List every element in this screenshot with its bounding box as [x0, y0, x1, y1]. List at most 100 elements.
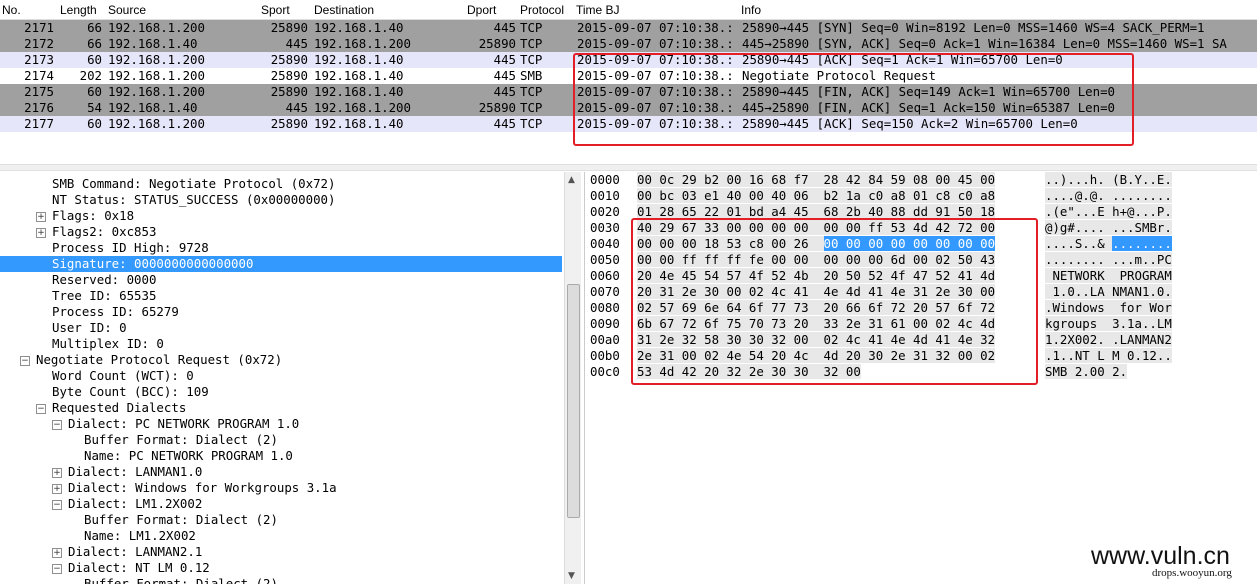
packet-detail-tree: SMB Command: Negotiate Protocol (0x72) NT… [0, 172, 565, 584]
collapse-icon[interactable]: − [52, 500, 62, 510]
tree-node[interactable]: SMB Command: Negotiate Protocol (0x72) [0, 176, 562, 192]
hex-row[interactable]: 0060 20 4e 45 54 57 4f 52 4b 20 50 52 4f … [585, 268, 1255, 284]
packet-row[interactable]: 2174 202 192.168.1.200 25890 192.168.1.40 445… [0, 68, 1257, 84]
ascii-text: ........ ...m..PC [1045, 252, 1172, 267]
tree-node[interactable]: − Dialect: NT LM 0.12 [0, 560, 562, 576]
hex-row[interactable]: 0020 01 28 65 22 01 bd a4 45 68 2b 40 88 … [585, 204, 1255, 220]
packet-row[interactable]: 2173 60 192.168.1.200 25890 192.168.1.40 445 T… [0, 52, 1257, 68]
column-header-destination[interactable]: Destination [314, 3, 374, 17]
packet-row[interactable]: 2176 54 192.168.1.40 445 192.168.1.200 25890 T… [0, 100, 1257, 116]
tree-node-label: Flags: 0x18 [52, 208, 135, 223]
cell-destination: 192.168.1.200 [314, 36, 411, 51]
hex-row[interactable]: 00b0 2e 31 00 02 4e 54 20 4c 4d 20 30 2e … [585, 348, 1255, 364]
hex-offset: 00c0 [590, 364, 620, 379]
collapse-icon[interactable]: − [36, 404, 46, 414]
tree-node[interactable]: Tree ID: 65535 [0, 288, 562, 304]
tree-node[interactable]: NT Status: STATUS_SUCCESS (0x00000000) [0, 192, 562, 208]
scroll-up-arrow-icon[interactable]: ▲ [568, 175, 575, 185]
hex-ascii: @)g#.... ...SMBr. [1045, 220, 1172, 236]
packet-row[interactable]: 2172 66 192.168.1.40 445 192.168.1.200 25890 T… [0, 36, 1257, 52]
hex-row[interactable]: 0050 00 00 ff ff ff fe 00 00 00 00 00 6d … [585, 252, 1255, 268]
tree-node[interactable]: + Dialect: LANMAN2.1 [0, 544, 562, 560]
hex-row[interactable]: 00c0 53 4d 42 20 32 2e 30 30 32 00 SMB 2.0… [585, 364, 1255, 380]
packet-row[interactable]: 2171 66 192.168.1.200 25890 192.168.1.40 445 T… [0, 20, 1257, 36]
hex-row[interactable]: 0030 40 29 67 33 00 00 00 00 00 00 ff 53 … [585, 220, 1255, 236]
collapse-icon[interactable]: − [52, 420, 62, 430]
tree-node-label: Reserved: 0000 [52, 272, 157, 287]
hex-row[interactable]: 0040 00 00 00 18 53 c8 00 26 00 00 00 00 … [585, 236, 1255, 252]
tree-node[interactable]: Process ID High: 9728 [0, 240, 562, 256]
tree-node[interactable]: Name: PC NETWORK PROGRAM 1.0 [0, 448, 562, 464]
collapse-icon[interactable]: − [52, 564, 62, 574]
tree-node[interactable]: Buffer Format: Dialect (2) [0, 512, 562, 528]
tree-node[interactable]: Process ID: 65279 [0, 304, 562, 320]
column-header-protocol[interactable]: Protocol [520, 3, 564, 17]
scrollbar-thumb[interactable] [567, 284, 580, 518]
hex-offset: 0010 [590, 188, 620, 203]
hex-bytes: 40 29 67 33 00 00 00 00 00 00 ff 53 4d 4… [637, 220, 996, 236]
hex-row[interactable]: 0090 6b 67 72 6f 75 70 73 20 33 2e 31 61 … [585, 316, 1255, 332]
hex-row[interactable]: 0000 00 0c 29 b2 00 16 68 f7 28 42 84 59 … [585, 172, 1255, 188]
column-header-info[interactable]: Info [741, 3, 761, 17]
hex-bytes-text: 02 57 69 6e 64 6f 77 73 20 66 6f 72 20 5… [637, 300, 996, 315]
cell-length: 202 [79, 68, 102, 83]
tree-node[interactable]: − Dialect: PC NETWORK PROGRAM 1.0 [0, 416, 562, 432]
watermark-sub: drops.wooyun.org [1152, 567, 1232, 579]
expand-icon[interactable]: + [52, 484, 62, 494]
hex-ascii: NETWORK PROGRAM [1045, 268, 1172, 284]
tree-node[interactable]: + Flags: 0x18 [0, 208, 562, 224]
cell-sport: 25890 [270, 68, 308, 83]
cell-dport: 25890 [478, 100, 516, 115]
tree-node[interactable]: + Dialect: Windows for Workgroups 3.1a [0, 480, 562, 496]
tree-node[interactable]: + Flags2: 0xc853 [0, 224, 562, 240]
cell-dport: 445 [493, 20, 516, 35]
tree-node[interactable]: Multiplex ID: 0 [0, 336, 562, 352]
packet-row[interactable]: 2175 60 192.168.1.200 25890 192.168.1.40 445 T… [0, 84, 1257, 100]
tree-node[interactable]: − Requested Dialects [0, 400, 562, 416]
cell-destination: 192.168.1.40 [314, 116, 404, 131]
ascii-text: kgroups 3.1a..LM [1045, 316, 1172, 331]
column-header-no[interactable]: No. [2, 3, 21, 17]
tree-node[interactable]: + Dialect: LANMAN1.0 [0, 464, 562, 480]
column-header-source[interactable]: Source [108, 3, 146, 17]
tree-node[interactable]: User ID: 0 [0, 320, 562, 336]
hex-bytes-highlighted: 00 00 00 00 00 00 00 00 [823, 236, 996, 251]
tree-node[interactable]: Reserved: 0000 [0, 272, 562, 288]
tree-node[interactable]: Byte Count (BCC): 109 [0, 384, 562, 400]
tree-node[interactable]: Signature: 0000000000000000 [0, 256, 562, 272]
tree-node[interactable]: Buffer Format: Dialect (2) [0, 432, 562, 448]
tree-node[interactable]: − Dialect: LM1.2X002 [0, 496, 562, 512]
hex-bytes-text: 6b 67 72 6f 75 70 73 20 33 2e 31 61 00 0… [637, 316, 996, 331]
cell-time: 2015-09-07 07:10:38.: [577, 84, 734, 99]
tree-node[interactable]: Buffer Format: Dialect (2) [0, 576, 562, 584]
tree-node[interactable]: Name: LM1.2X002 [0, 528, 562, 544]
hex-row[interactable]: 0080 02 57 69 6e 64 6f 77 73 20 66 6f 72 … [585, 300, 1255, 316]
column-header-dport[interactable]: Dport [467, 3, 496, 17]
tree-node[interactable]: − Negotiate Protocol Request (0x72) [0, 352, 562, 368]
detail-scrollbar[interactable]: ▲ ▼ [564, 172, 581, 584]
column-header-sport[interactable]: Sport [261, 3, 290, 17]
ascii-text: NETWORK PROGRAM [1045, 268, 1172, 283]
cell-destination: 192.168.1.40 [314, 84, 404, 99]
cell-sport: 25890 [270, 84, 308, 99]
hex-bytes: 01 28 65 22 01 bd a4 45 68 2b 40 88 dd 9… [637, 204, 996, 220]
packet-row[interactable]: 2177 60 192.168.1.200 25890 192.168.1.40 445 T… [0, 116, 1257, 132]
expand-icon[interactable]: + [52, 468, 62, 478]
cell-length: 66 [87, 20, 102, 35]
collapse-icon[interactable]: − [20, 356, 30, 366]
pane-divider[interactable] [0, 164, 1257, 171]
tree-node[interactable]: Word Count (WCT): 0 [0, 368, 562, 384]
cell-no: 2171 [24, 20, 54, 35]
column-header-length[interactable]: Length [60, 3, 97, 17]
cell-length: 60 [87, 84, 102, 99]
hex-row[interactable]: 0070 20 31 2e 30 00 02 4c 41 4e 4d 41 4e … [585, 284, 1255, 300]
hex-row[interactable]: 00a0 31 2e 32 58 30 30 32 00 02 4c 41 4e … [585, 332, 1255, 348]
expand-icon[interactable]: + [36, 212, 46, 222]
scroll-down-arrow-icon[interactable]: ▼ [568, 571, 575, 581]
column-header-time[interactable]: Time BJ [576, 3, 620, 17]
expand-icon[interactable]: + [36, 228, 46, 238]
cell-sport: 445 [285, 100, 308, 115]
cell-sport: 25890 [270, 52, 308, 67]
expand-icon[interactable]: + [52, 548, 62, 558]
hex-row[interactable]: 0010 00 bc 03 e1 40 00 40 06 b2 1a c0 a8 … [585, 188, 1255, 204]
